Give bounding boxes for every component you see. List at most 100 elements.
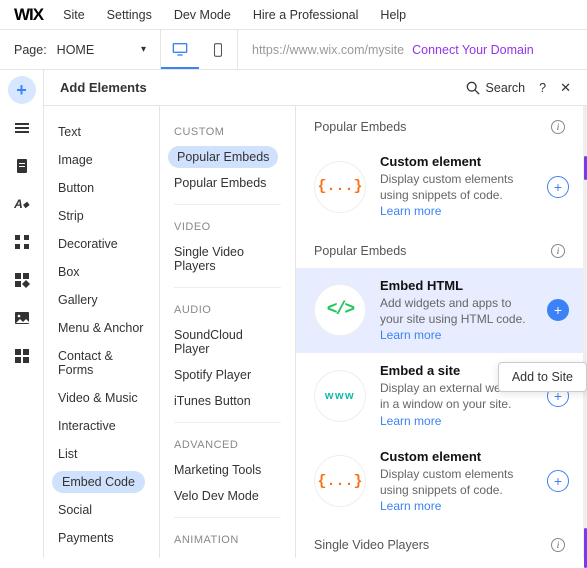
page-bar: Page: HOME ▾ https://www.wix.com/mysite …: [0, 30, 587, 70]
card-desc: Display custom elements using snippets o…: [380, 171, 533, 220]
page-label: Page:: [14, 43, 47, 57]
info-icon[interactable]: i: [551, 244, 565, 258]
top-menu-bar: WIX Site Settings Dev Mode Hire a Profes…: [0, 0, 587, 30]
learn-more-link[interactable]: Learn more: [380, 499, 441, 513]
subgroup-head: ANIMATION: [160, 526, 295, 552]
card-icon: {...}: [314, 161, 366, 213]
rail-pages-icon[interactable]: [8, 152, 36, 180]
site-url: https://www.wix.com/mysite: [252, 43, 404, 57]
category-box[interactable]: Box: [44, 258, 159, 286]
card-desc: Add widgets and apps to your site using …: [380, 295, 533, 344]
card-title: Custom element: [380, 449, 533, 464]
category-menu-anchor[interactable]: Menu & Anchor: [44, 314, 159, 342]
subcategory-item[interactable]: iTunes Button: [160, 388, 295, 414]
page-selector[interactable]: Page: HOME ▾: [0, 43, 160, 57]
subgroup-head: AUDIO: [160, 296, 295, 322]
top-menu: Site Settings Dev Mode Hire a Profession…: [63, 8, 406, 22]
subcategory-item[interactable]: Lottie: [160, 552, 295, 558]
panel-header: Add Elements Search ? ✕: [44, 70, 587, 106]
mobile-icon: [210, 43, 226, 57]
card-icon: www: [314, 370, 366, 422]
content-column[interactable]: Popular Embedsi {...} Custom element Displa…: [296, 106, 587, 558]
desktop-view-button[interactable]: [161, 30, 199, 69]
card-body: Embed HTML Add widgets and apps to your s…: [380, 278, 533, 344]
search-button[interactable]: Search: [466, 81, 526, 95]
category-payments[interactable]: Payments: [44, 524, 159, 552]
category-cms[interactable]: CMS: [44, 552, 159, 558]
page-value: HOME: [57, 43, 95, 57]
category-social[interactable]: Social: [44, 496, 159, 524]
menu-hire[interactable]: Hire a Professional: [253, 8, 359, 22]
viewport-toggle: [160, 30, 238, 69]
menu-dev-mode[interactable]: Dev Mode: [174, 8, 231, 22]
category-column[interactable]: TextImageButtonStripDecorativeBoxGallery…: [44, 106, 160, 558]
subcategory-item[interactable]: Popular Embeds: [160, 144, 295, 170]
panel-title: Add Elements: [60, 80, 147, 95]
rail-cms-icon[interactable]: [8, 342, 36, 370]
desktop-icon: [172, 42, 188, 56]
category-button[interactable]: Button: [44, 174, 159, 202]
subcategory-item[interactable]: Marketing Tools: [160, 457, 295, 483]
wix-logo: WIX: [14, 5, 43, 25]
category-embed-code[interactable]: Embed Code: [44, 468, 159, 496]
embed-card[interactable]: </> Embed HTML Add widgets and apps to you…: [296, 268, 583, 354]
add-elements-panel: Add Elements Search ? ✕ TextImageButtonS…: [44, 70, 587, 558]
card-desc: Display custom elements using snippets o…: [380, 466, 533, 515]
subcategory-item[interactable]: Velo Dev Mode: [160, 483, 295, 509]
card-icon: {...}: [314, 455, 366, 507]
section-label: Single Video Playersi: [296, 524, 583, 558]
category-image[interactable]: Image: [44, 146, 159, 174]
category-list[interactable]: List: [44, 440, 159, 468]
category-contact-forms[interactable]: Contact & Forms: [44, 342, 159, 384]
search-label: Search: [486, 81, 526, 95]
menu-help[interactable]: Help: [380, 8, 406, 22]
rail-media-icon[interactable]: [8, 304, 36, 332]
add-card-button[interactable]: +: [547, 176, 569, 198]
subcategory-column[interactable]: CUSTOMPopular EmbedsPopular EmbedsVIDEOS…: [160, 106, 296, 558]
rail-sections-icon[interactable]: [8, 114, 36, 142]
rail-design-icon[interactable]: A◆: [8, 190, 36, 218]
category-text[interactable]: Text: [44, 118, 159, 146]
learn-more-link[interactable]: Learn more: [380, 414, 441, 428]
subcategory-item[interactable]: Popular Embeds: [160, 170, 295, 196]
search-icon: [466, 81, 480, 95]
learn-more-link[interactable]: Learn more: [380, 328, 441, 342]
card-title: Custom element: [380, 154, 533, 169]
add-card-button[interactable]: +: [547, 299, 569, 321]
embed-card[interactable]: {...} Custom element Display custom elemen…: [296, 439, 583, 525]
subcategory-item[interactable]: SoundCloud Player: [160, 322, 295, 362]
card-body: Custom element Display custom elements us…: [380, 154, 533, 220]
add-card-button[interactable]: +: [547, 470, 569, 492]
menu-site[interactable]: Site: [63, 8, 85, 22]
info-icon[interactable]: i: [551, 538, 565, 552]
category-strip[interactable]: Strip: [44, 202, 159, 230]
connect-domain-link[interactable]: Connect Your Domain: [412, 43, 534, 57]
subgroup-head: VIDEO: [160, 213, 295, 239]
add-elements-button[interactable]: +: [8, 76, 36, 104]
card-body: Custom element Display custom elements us…: [380, 449, 533, 515]
subgroup-head: CUSTOM: [160, 118, 295, 144]
learn-more-link[interactable]: Learn more: [380, 204, 441, 218]
subcategory-item[interactable]: Single Video Players: [160, 239, 295, 279]
card-icon: </>: [314, 284, 366, 336]
category-interactive[interactable]: Interactive: [44, 412, 159, 440]
embed-card[interactable]: {...} Custom element Display custom elemen…: [296, 144, 583, 230]
left-rail: + A◆: [0, 70, 44, 558]
category-gallery[interactable]: Gallery: [44, 286, 159, 314]
subcategory-item[interactable]: Spotify Player: [160, 362, 295, 388]
menu-settings[interactable]: Settings: [107, 8, 152, 22]
add-to-site-tooltip: Add to Site: [498, 362, 587, 392]
subgroup-head: ADVANCED: [160, 431, 295, 457]
mobile-view-button[interactable]: [199, 30, 237, 69]
chevron-down-icon: ▾: [141, 44, 146, 55]
info-icon[interactable]: i: [551, 120, 565, 134]
url-bar: https://www.wix.com/mysite Connect Your …: [238, 43, 587, 57]
category-decorative[interactable]: Decorative: [44, 230, 159, 258]
category-video-music[interactable]: Video & Music: [44, 384, 159, 412]
panel-help-button[interactable]: ?: [539, 81, 546, 95]
rail-business-icon[interactable]: [8, 266, 36, 294]
rail-apps-icon[interactable]: [8, 228, 36, 256]
panel-close-button[interactable]: ✕: [560, 80, 571, 96]
card-title: Embed HTML: [380, 278, 533, 293]
section-label: Popular Embedsi: [296, 106, 583, 144]
